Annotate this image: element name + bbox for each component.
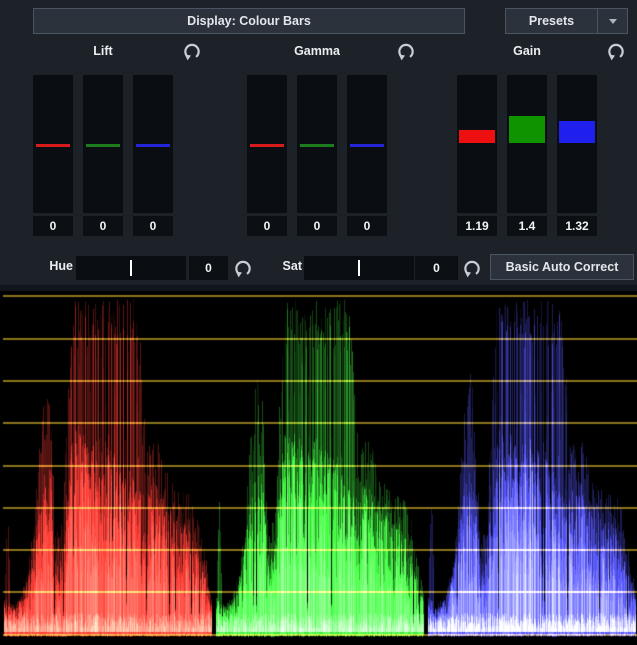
sat-reset-icon[interactable] (462, 258, 482, 278)
gamma-blue-slider[interactable] (347, 75, 387, 213)
gain-red-handle[interactable] (459, 130, 495, 143)
lift-green-handle[interactable] (86, 144, 120, 147)
hue-label: Hue (40, 259, 73, 273)
gain-reset-icon[interactable] (606, 41, 626, 61)
gamma-blue-value-box[interactable]: 0 (347, 216, 387, 236)
lift-green-value-box[interactable]: 0 (83, 216, 123, 236)
lift-red-handle[interactable] (36, 144, 70, 147)
presets-dropdown-button[interactable] (597, 9, 627, 33)
lift-blue-handle[interactable] (136, 144, 170, 147)
hue-value-box[interactable]: 0 (189, 256, 228, 280)
basic-auto-correct-button[interactable]: Basic Auto Correct (490, 254, 634, 280)
gamma-reset-icon[interactable] (396, 41, 416, 61)
presets-split-button: Presets (505, 8, 628, 34)
gamma-red-value-box[interactable]: 0 (247, 216, 287, 236)
gamma-red-slider[interactable] (247, 75, 287, 213)
hue-slider[interactable] (76, 256, 186, 280)
sat-value-box[interactable]: 0 (415, 256, 458, 280)
lift-blue-slider[interactable] (133, 75, 173, 213)
lift-reset-icon[interactable] (182, 41, 202, 61)
gamma-red-handle[interactable] (250, 144, 284, 147)
hue-sat-row: Hue 0 Sat 0 Basic Auto Correct (0, 254, 637, 282)
presets-button[interactable]: Presets (506, 9, 597, 33)
lift-red-value-box[interactable]: 0 (33, 216, 73, 236)
gain-green-value-box[interactable]: 1.4 (507, 216, 547, 236)
colour-correction-panel: Display: Colour Bars Presets Lift000 Gam… (0, 0, 637, 645)
sat-slider[interactable] (304, 256, 414, 280)
gamma-green-slider[interactable] (297, 75, 337, 213)
lift-section: Lift000 (33, 44, 173, 240)
gain-blue-handle[interactable] (559, 121, 595, 143)
sat-slider-handle[interactable] (358, 260, 360, 276)
display-mode-button[interactable]: Display: Colour Bars (33, 8, 465, 34)
gain-label: Gain (457, 44, 597, 58)
hue-reset-icon[interactable] (233, 258, 253, 278)
gamma-label: Gamma (247, 44, 387, 58)
gain-red-value-box[interactable]: 1.19 (457, 216, 497, 236)
gain-blue-slider[interactable] (557, 75, 597, 213)
lift-label: Lift (33, 44, 173, 58)
lift-red-slider[interactable] (33, 75, 73, 213)
hue-slider-handle[interactable] (130, 260, 132, 276)
gamma-section: Gamma000 (247, 44, 387, 240)
gain-section: Gain 1.19 1.4 1.32 (457, 44, 597, 240)
gamma-green-value-box[interactable]: 0 (297, 216, 337, 236)
rgb-parade-waveform (0, 285, 637, 645)
gain-green-slider[interactable] (507, 75, 547, 213)
sat-label: Sat (272, 259, 302, 273)
gain-red-slider[interactable] (457, 75, 497, 213)
lift-blue-value-box[interactable]: 0 (133, 216, 173, 236)
lift-green-slider[interactable] (83, 75, 123, 213)
gamma-green-handle[interactable] (300, 144, 334, 147)
gain-green-handle[interactable] (509, 116, 545, 143)
gamma-blue-handle[interactable] (350, 144, 384, 147)
gain-blue-value-box[interactable]: 1.32 (557, 216, 597, 236)
caret-down-icon (609, 19, 617, 24)
